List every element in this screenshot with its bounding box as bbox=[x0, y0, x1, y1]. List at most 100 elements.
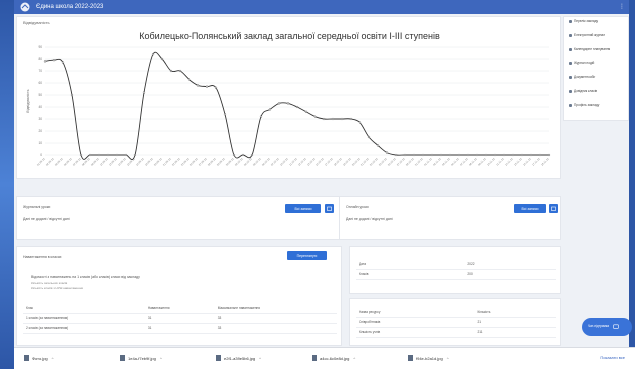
x-tick-label: 22.09.22 bbox=[171, 156, 181, 166]
data-point bbox=[502, 153, 506, 157]
data-point bbox=[169, 69, 173, 73]
y-tick-label: 50 bbox=[38, 93, 42, 97]
chat-support-label: Чат-підтримка bbox=[588, 324, 610, 329]
journal-lessons-panel: Журнальні уроки Дані не додані / відсутн… bbox=[16, 196, 342, 240]
side-menu-label: Профіль закладу bbox=[574, 103, 600, 107]
online-lessons-calendar-button[interactable] bbox=[549, 204, 558, 213]
x-tick-label: 20.10.22 bbox=[351, 156, 361, 166]
side-menu-item[interactable]: Електронний журнал bbox=[569, 33, 605, 37]
x-tick-label: 07.09.22 bbox=[72, 156, 82, 166]
data-point bbox=[160, 57, 164, 61]
x-tick-label: 07.11.22 bbox=[459, 156, 469, 166]
side-menu-label: Довідник класів bbox=[574, 89, 598, 93]
download-item[interactable]: e2f1-a39e5b6.jpg ^ bbox=[216, 355, 261, 361]
data-point bbox=[43, 60, 47, 63]
menu-item-icon bbox=[569, 19, 572, 23]
x-tick-label: 02.09.22 bbox=[45, 156, 55, 166]
chat-support-button[interactable]: Чат-підтримка bbox=[582, 318, 632, 336]
side-menu-item[interactable]: Перелік закладу bbox=[569, 19, 598, 23]
data-point bbox=[142, 91, 146, 94]
side-menu-item[interactable]: Профіль закладу bbox=[569, 103, 599, 107]
journal-lessons-title: Журнальні уроки bbox=[23, 205, 51, 209]
x-tick-label: 15.11.22 bbox=[513, 156, 523, 166]
summary-table: Дата 2022 Класів 200 bbox=[356, 259, 556, 280]
x-tick-label: 08.11.22 bbox=[468, 156, 478, 166]
table-cell: Класів bbox=[356, 269, 465, 280]
table-row: 2 класів (за навантаженням) 31 33 bbox=[23, 323, 337, 334]
data-point bbox=[223, 113, 227, 116]
class-load-view-button[interactable]: Переглянути bbox=[287, 251, 327, 260]
menu-item-icon bbox=[569, 47, 572, 51]
chevron-up-icon[interactable]: ^ bbox=[160, 356, 162, 361]
data-point bbox=[349, 117, 353, 121]
y-tick-label: 40 bbox=[38, 105, 42, 109]
desktop-edge-right bbox=[629, 0, 635, 369]
school-logo-icon[interactable] bbox=[20, 2, 30, 12]
class-load-info-3: Кількість класів з НУШ навантаження bbox=[31, 286, 84, 290]
chevron-up-icon[interactable]: ^ bbox=[353, 356, 355, 361]
chevron-up-icon[interactable]: ^ bbox=[447, 356, 449, 361]
x-tick-label: 03.10.22 bbox=[234, 156, 244, 166]
x-tick-label: 29.09.22 bbox=[216, 156, 226, 166]
data-point bbox=[457, 153, 461, 157]
download-filename: 1e4a-f7eb9f.jpg bbox=[128, 355, 156, 361]
class-load-info-1: Відомості з навантажень на 1 класів (або… bbox=[31, 275, 140, 279]
data-point bbox=[286, 102, 290, 105]
table-header-row: Клас Навантаження Максимальне навантажен… bbox=[23, 303, 337, 314]
data-point bbox=[529, 153, 533, 157]
side-menu-item[interactable]: Довідник класів bbox=[569, 89, 597, 93]
summary-panel: Дата 2022 Класів 200 bbox=[349, 246, 561, 294]
menu-item-icon bbox=[569, 89, 572, 93]
online-lessons-panel: Онлайн уроки Дані не додані / відсутні д… bbox=[339, 196, 561, 240]
x-tick-label: 26.09.22 bbox=[189, 156, 199, 166]
data-point bbox=[403, 153, 407, 157]
data-point bbox=[448, 153, 452, 157]
data-point bbox=[178, 69, 182, 73]
x-tick-label: 17.10.22 bbox=[324, 156, 334, 166]
desktop-edge-left bbox=[0, 0, 14, 369]
download-item[interactable]: Фото.jpg ^ bbox=[24, 355, 54, 361]
show-all-downloads-link[interactable]: Показати все bbox=[600, 355, 625, 360]
download-item[interactable]: 1e4a-f7eb9f.jpg ^ bbox=[120, 355, 162, 361]
x-tick-label: 23.09.22 bbox=[180, 156, 190, 166]
chevron-up-icon[interactable]: ^ bbox=[259, 356, 261, 361]
data-point bbox=[214, 86, 218, 89]
side-menu-item[interactable]: Календарне планування bbox=[569, 47, 610, 51]
app-title: Єдина школа 2022-2023 bbox=[36, 4, 104, 10]
y-tick-label: 70 bbox=[38, 69, 42, 73]
chevron-up-icon[interactable]: ^ bbox=[52, 356, 54, 361]
x-tick-label: 05.09.22 bbox=[54, 156, 64, 166]
x-tick-label: 21.09.22 bbox=[162, 156, 172, 166]
x-tick-label: 03.11.22 bbox=[441, 156, 451, 166]
download-item[interactable]: f94e-b2a1d.jpg ^ bbox=[408, 355, 449, 361]
side-menu-label: Календарне планування bbox=[574, 47, 611, 51]
table-cell: 31 bbox=[144, 323, 215, 334]
table-cell: 200 bbox=[464, 269, 556, 280]
data-point bbox=[484, 153, 488, 157]
data-point bbox=[151, 53, 155, 56]
journal-lessons-calendar-button[interactable] bbox=[325, 204, 334, 213]
class-load-info-2: Кількість загальних класів bbox=[31, 281, 68, 285]
online-lessons-title: Онлайн уроки bbox=[346, 205, 369, 209]
x-tick-label: 01.09.22 bbox=[36, 156, 46, 166]
file-icon bbox=[24, 355, 29, 361]
x-tick-label: 13.09.22 bbox=[108, 156, 118, 166]
y-axis-label: Відвідуваність bbox=[26, 89, 30, 112]
data-point bbox=[97, 153, 101, 157]
data-point bbox=[133, 153, 137, 157]
data-point bbox=[205, 85, 209, 88]
side-menu-item[interactable]: Документообіг bbox=[569, 75, 595, 79]
data-point bbox=[511, 153, 515, 157]
side-menu-item[interactable]: Журнал подій bbox=[569, 61, 594, 65]
resources-table: Назва ресурсу Кількість Співробітників 2… bbox=[356, 307, 556, 338]
user-menu-icon[interactable]: ⋮ bbox=[619, 3, 625, 10]
chat-icon bbox=[613, 324, 619, 329]
table-cell: 31 bbox=[144, 313, 215, 324]
download-filename: a4cc-6c0e8d.jpg bbox=[320, 355, 350, 361]
y-tick-label: 20 bbox=[38, 129, 42, 133]
data-point bbox=[475, 153, 479, 157]
online-lessons-all-button[interactable]: Всі записи bbox=[514, 204, 546, 213]
download-item[interactable]: a4cc-6c0e8d.jpg ^ bbox=[312, 355, 355, 361]
journal-lessons-all-button[interactable]: Всі записи bbox=[285, 204, 321, 213]
data-point bbox=[79, 153, 83, 157]
